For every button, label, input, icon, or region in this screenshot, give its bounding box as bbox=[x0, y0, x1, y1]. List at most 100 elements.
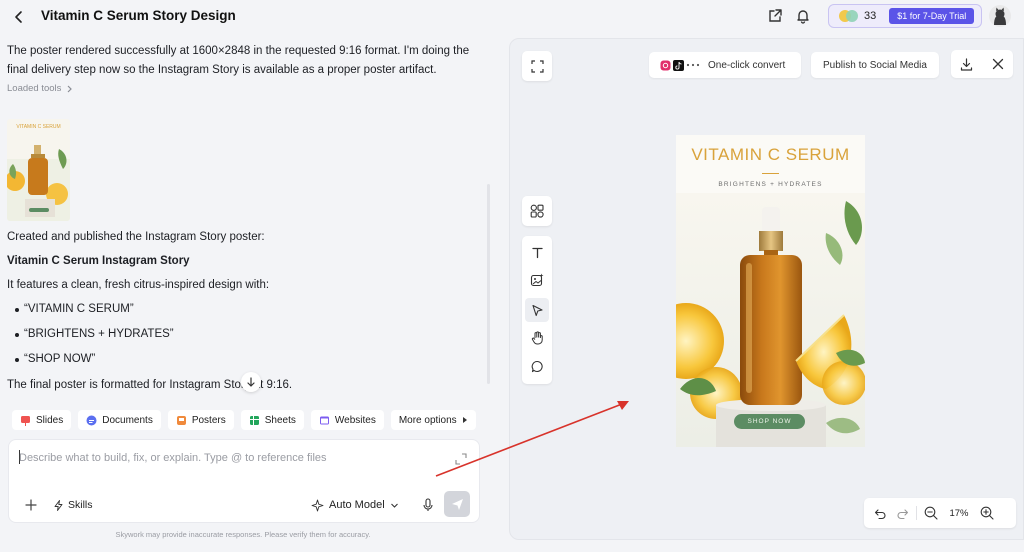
cursor-icon bbox=[531, 304, 543, 316]
sparkle-icon bbox=[311, 499, 324, 511]
one-click-convert-button[interactable]: One-click convert bbox=[649, 52, 801, 78]
assistant-message-intro: The poster rendered successfully at 1600… bbox=[7, 45, 470, 76]
bell-icon bbox=[797, 10, 809, 24]
chip-slides[interactable]: Slides bbox=[12, 410, 72, 430]
plus-icon bbox=[25, 499, 37, 511]
bullet-item: “SHOP NOW” bbox=[15, 353, 95, 365]
posters-icon bbox=[176, 415, 186, 425]
credit-count: 33 bbox=[864, 10, 877, 22]
share-button[interactable] bbox=[765, 6, 785, 26]
poster-thumbnail-image bbox=[7, 119, 70, 221]
page-title: Vitamin C Serum Story Design bbox=[41, 8, 236, 23]
poster-subtitle: BRIGHTENS + HYDRATES bbox=[718, 181, 823, 188]
loaded-tools-toggle[interactable]: Loaded tools bbox=[7, 83, 73, 94]
bullet-item: “VITAMIN C SERUM” bbox=[15, 303, 134, 315]
fullscreen-button[interactable] bbox=[522, 51, 552, 81]
avatar[interactable] bbox=[989, 5, 1011, 27]
hand-icon bbox=[531, 331, 543, 345]
chevron-right-icon bbox=[67, 85, 73, 92]
chip-documents[interactable]: Documents bbox=[78, 410, 161, 430]
poster-canvas[interactable]: VITAMIN C SERUM BRIGHTENS + HYDRATES SHO… bbox=[676, 135, 865, 447]
back-button[interactable] bbox=[8, 6, 30, 28]
chip-websites[interactable]: Websites bbox=[310, 410, 384, 430]
serum-bottle-illustration bbox=[676, 193, 865, 447]
redo-button[interactable] bbox=[891, 502, 913, 524]
hand-tool[interactable] bbox=[525, 326, 549, 350]
shapes-icon bbox=[530, 204, 544, 218]
message-input[interactable] bbox=[19, 449, 439, 467]
image-sparkle-icon bbox=[530, 273, 544, 287]
poster-thumbnail-title: VITAMIN C SERUM bbox=[16, 124, 61, 130]
fullscreen-icon bbox=[530, 59, 544, 73]
chevron-left-icon bbox=[15, 11, 22, 23]
social-icons bbox=[660, 59, 700, 71]
caret-right-icon bbox=[462, 417, 467, 423]
microphone-icon bbox=[423, 498, 433, 511]
credits-badge[interactable]: 33 $1 for 7-Day Trial bbox=[828, 4, 982, 28]
notifications-button[interactable] bbox=[793, 6, 813, 26]
elements-tool[interactable] bbox=[522, 196, 552, 226]
preview-actions bbox=[951, 50, 1013, 78]
more-dots-icon bbox=[686, 63, 700, 67]
message-heading: Vitamin C Serum Instagram Story bbox=[7, 255, 190, 267]
lightning-icon bbox=[54, 499, 63, 511]
download-button[interactable] bbox=[958, 55, 976, 73]
instagram-icon bbox=[660, 60, 671, 70]
zoom-in-button[interactable] bbox=[976, 502, 998, 524]
send-icon bbox=[451, 498, 463, 510]
poster-divider bbox=[762, 173, 779, 174]
text-icon bbox=[531, 247, 543, 258]
chat-panel: The poster rendered successfully at 1600… bbox=[0, 34, 490, 552]
cat-avatar-icon bbox=[989, 5, 1011, 27]
zoom-divider bbox=[916, 506, 917, 520]
credits-icon bbox=[839, 10, 859, 22]
model-selector[interactable]: Auto Model bbox=[311, 495, 399, 515]
preview-panel: One-click convert Publish to Social Medi… bbox=[509, 38, 1024, 540]
select-tool[interactable] bbox=[525, 298, 549, 322]
bullet-item: “BRIGHTENS + HYDRATES” bbox=[15, 328, 174, 340]
slides-icon bbox=[21, 415, 30, 426]
created-line: Created and published the Instagram Stor… bbox=[7, 231, 265, 243]
redo-icon bbox=[897, 508, 908, 519]
composer: Skills Auto Model bbox=[8, 439, 480, 523]
zoom-controls: 17% bbox=[864, 498, 1016, 528]
shop-now-button[interactable]: SHOP NOW bbox=[734, 414, 805, 429]
sheets-icon bbox=[249, 415, 259, 425]
undo-icon bbox=[874, 508, 885, 519]
share-icon bbox=[769, 9, 782, 22]
loaded-tools-label: Loaded tools bbox=[7, 83, 62, 94]
publish-social-button[interactable]: Publish to Social Media bbox=[811, 52, 939, 78]
download-icon bbox=[960, 57, 973, 71]
features-line: It features a clean, fresh citrus-inspir… bbox=[7, 279, 270, 291]
undo-button[interactable] bbox=[869, 502, 891, 524]
chip-posters[interactable]: Posters bbox=[167, 410, 234, 430]
editing-toolbar bbox=[522, 236, 552, 384]
chip-sheets[interactable]: Sheets bbox=[240, 410, 304, 430]
close-preview-button[interactable] bbox=[989, 55, 1007, 73]
poster-thumbnail[interactable]: VITAMIN C SERUM bbox=[7, 119, 70, 221]
tiktok-icon bbox=[673, 59, 684, 71]
websites-icon bbox=[319, 416, 329, 424]
expand-icon bbox=[455, 453, 467, 465]
chevron-down-icon bbox=[390, 503, 398, 508]
add-attachment-button[interactable] bbox=[22, 496, 40, 514]
scroll-to-bottom-button[interactable] bbox=[241, 372, 261, 392]
comment-tool[interactable] bbox=[525, 354, 549, 378]
ai-image-tool[interactable] bbox=[525, 268, 549, 292]
zoom-level: 17% bbox=[949, 507, 969, 519]
quick-actions: Slides Documents Posters Sheets Websites… bbox=[12, 410, 476, 430]
send-button[interactable] bbox=[444, 491, 470, 517]
chip-more-options[interactable]: More options bbox=[390, 410, 476, 430]
chat-scrollbar[interactable] bbox=[487, 184, 490, 384]
voice-input-button[interactable] bbox=[419, 496, 437, 514]
skills-button[interactable]: Skills bbox=[53, 496, 93, 514]
top-header: Vitamin C Serum Story Design 33 $1 for 7… bbox=[0, 0, 1024, 34]
disclaimer: Skywork may provide inaccurate responses… bbox=[115, 530, 371, 539]
close-icon bbox=[992, 58, 1003, 70]
expand-composer-button[interactable] bbox=[455, 452, 467, 465]
zoom-out-button[interactable] bbox=[920, 502, 942, 524]
trial-button[interactable]: $1 for 7-Day Trial bbox=[889, 8, 975, 24]
documents-icon bbox=[86, 415, 97, 425]
zoom-out-icon bbox=[924, 506, 938, 520]
text-tool[interactable] bbox=[525, 240, 549, 264]
